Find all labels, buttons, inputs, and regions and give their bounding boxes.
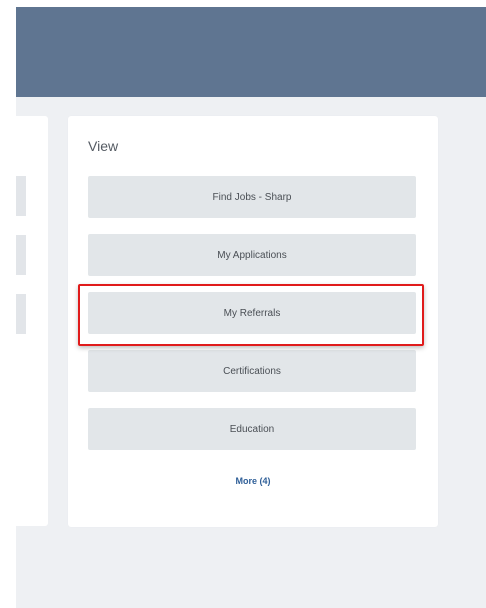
view-card-title: View [88,138,119,154]
app-header [16,7,486,97]
certifications-button[interactable]: Certifications [88,350,416,392]
my-applications-button[interactable]: My Applications [88,234,416,276]
left-card-button-2[interactable] [16,235,26,275]
find-jobs-sharp-button[interactable]: Find Jobs - Sharp [88,176,416,218]
left-card [16,116,48,526]
more-link[interactable]: More (4) [68,476,438,486]
education-button[interactable]: Education [88,408,416,450]
left-margin [0,0,16,608]
left-card-button-3[interactable] [16,294,26,334]
left-card-button-1[interactable] [16,176,26,216]
my-referrals-highlight [78,284,424,346]
